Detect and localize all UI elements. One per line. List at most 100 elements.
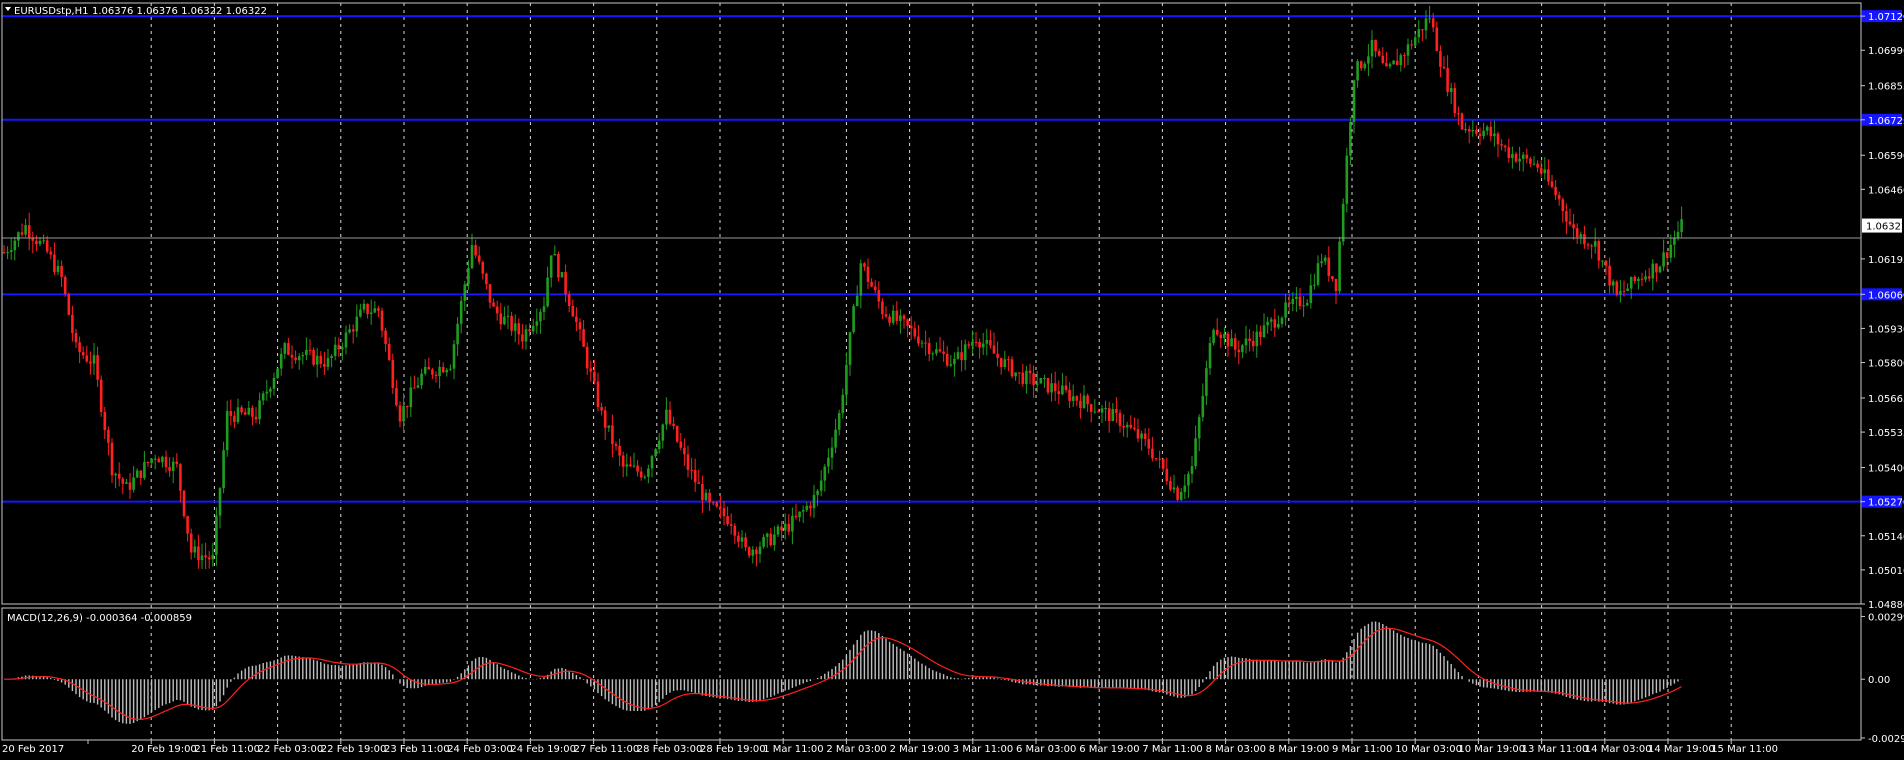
candle-body (9, 250, 13, 252)
candle-body (1651, 263, 1655, 279)
candle-body (157, 458, 161, 463)
price-label: 1.05270 (1868, 498, 1904, 509)
candle-body (1377, 51, 1381, 56)
candle-body (99, 379, 103, 413)
candle-body (837, 413, 841, 430)
candle-body (1622, 290, 1626, 292)
candle-body (24, 225, 27, 235)
price-label: 1.06060 (1868, 290, 1904, 301)
candle-body (1633, 276, 1637, 282)
candle-body (6, 251, 9, 253)
candle-body (1269, 319, 1273, 322)
candle-body (996, 353, 999, 358)
candle-body (1489, 126, 1493, 137)
candle-body (639, 471, 643, 478)
candle-body (585, 346, 589, 369)
candle-body (179, 464, 182, 491)
candle-body (1129, 424, 1133, 428)
candle-body (265, 391, 269, 394)
candle-body (1464, 129, 1467, 131)
candle-body (251, 407, 254, 417)
candle-body (1572, 224, 1575, 229)
candle-body (1349, 121, 1352, 156)
price-label: 1.07120 (1868, 12, 1904, 23)
candle-body (1352, 80, 1356, 122)
candle-body (182, 490, 186, 517)
candle-body (333, 344, 337, 356)
candle-body (794, 515, 798, 518)
candle-body (49, 251, 53, 255)
candle-body (117, 473, 121, 479)
candle-body (146, 461, 150, 464)
candle-body (1179, 492, 1183, 500)
candle-body (359, 309, 362, 317)
candle-body (1406, 44, 1410, 56)
candle-body (1244, 338, 1248, 346)
candle-body (1399, 55, 1403, 66)
candle-body (1014, 372, 1017, 377)
candle-body (1428, 18, 1431, 20)
candle-body (625, 464, 629, 467)
price-label: 1.05665 (1868, 394, 1904, 405)
trading-chart[interactable]: 1.07120 1.06990 1.06855 1.06725 1.06590 1.064… (0, 0, 1904, 760)
price-label: 1.06195 (1868, 255, 1904, 266)
candle-body (369, 312, 373, 315)
candle-body (373, 308, 377, 313)
candle-body (225, 411, 229, 451)
candle-body (1154, 458, 1158, 460)
candle-body (895, 310, 899, 321)
candle-body (899, 315, 902, 321)
candle-body (1496, 133, 1500, 145)
candle-body (1471, 129, 1475, 132)
candle-body (1172, 487, 1176, 490)
candle-body (553, 253, 557, 256)
candle-body (582, 329, 585, 347)
candle-body (963, 344, 967, 361)
candle-body (517, 323, 521, 335)
candle-body (38, 240, 42, 245)
candle-body (863, 263, 866, 267)
candle-body (341, 347, 344, 350)
candle-body (1395, 60, 1399, 66)
candle-body (1586, 244, 1590, 246)
candle-body (618, 445, 621, 456)
candle-body (218, 488, 222, 516)
candle-body (287, 343, 290, 355)
candle-body (1075, 396, 1079, 401)
candle-body (942, 351, 945, 354)
candle-body (546, 277, 549, 307)
candle-body (596, 381, 600, 408)
candle-body (323, 363, 326, 367)
candle-body (1359, 61, 1363, 69)
candle-body (1064, 385, 1068, 390)
macd-label: 0.00 (1868, 675, 1890, 686)
candle-body (456, 323, 459, 345)
time-label: 3 Mar 11:00 (953, 744, 1013, 755)
candle-body (1079, 400, 1082, 408)
candle-body (1374, 39, 1377, 52)
candle-body (1521, 154, 1525, 159)
price-label: 1.05800 (1868, 359, 1904, 370)
candle-body (852, 306, 855, 333)
current-price-label: 1.06322 (1866, 222, 1904, 233)
candle-body (971, 341, 974, 346)
candle-body (960, 352, 963, 361)
candle-body (855, 295, 859, 307)
candle-body (1640, 278, 1644, 280)
candle-body (560, 272, 564, 278)
candle-body (1025, 370, 1028, 385)
candle-body (1262, 325, 1266, 338)
time-label: 22 Feb 19:00 (321, 744, 387, 755)
candle-body (1669, 244, 1673, 258)
candle-body (283, 343, 287, 354)
candle-body (1439, 51, 1442, 67)
candle-body (1345, 155, 1349, 204)
price-label: 1.05010 (1868, 566, 1904, 577)
candle-body (1673, 238, 1676, 245)
candle-body (305, 349, 308, 356)
candle-body (1158, 458, 1161, 460)
candle-body (600, 407, 603, 411)
candle-body (1241, 345, 1244, 353)
candle-body (719, 506, 722, 509)
candle-body (1133, 427, 1136, 430)
